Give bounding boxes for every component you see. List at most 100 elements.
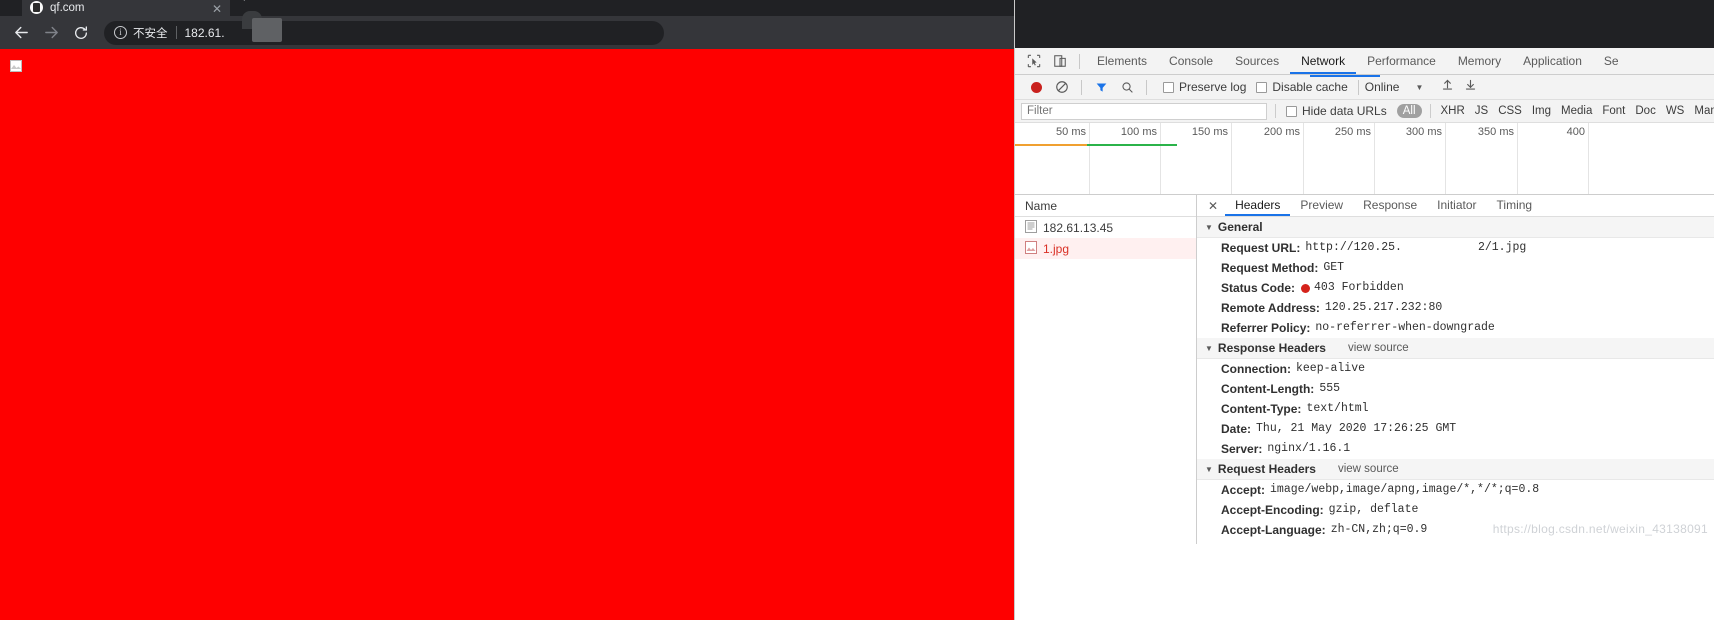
- netbar-divider-2: [1146, 79, 1147, 95]
- security-status-label: 不安全: [133, 27, 168, 40]
- tab-preview[interactable]: Preview: [1290, 195, 1353, 216]
- filter-type-doc[interactable]: Doc: [1635, 105, 1655, 117]
- filter-input[interactable]: [1021, 102, 1267, 120]
- tab-headers[interactable]: Headers: [1225, 195, 1290, 216]
- header-key: Content-Length:: [1221, 382, 1315, 396]
- section-header[interactable]: ▼ Response Headers view source: [1197, 338, 1714, 359]
- tab-response[interactable]: Response: [1353, 195, 1427, 216]
- close-icon[interactable]: ✕: [1201, 199, 1225, 213]
- header-row: Date: Thu, 21 May 2020 17:26:25 GMT: [1197, 419, 1714, 439]
- url-redaction: [252, 17, 282, 42]
- header-row: Content-Type: text/html: [1197, 399, 1714, 419]
- header-key: Connection:: [1221, 362, 1291, 376]
- devtools-panel: Elements Console Sources Network Perform…: [1014, 0, 1714, 620]
- tab-performance[interactable]: Performance: [1356, 48, 1447, 74]
- filter-type-css[interactable]: CSS: [1498, 105, 1522, 117]
- filter-type-ws[interactable]: WS: [1666, 105, 1685, 117]
- table-row[interactable]: 1.jpg: [1015, 238, 1196, 259]
- address-bar[interactable]: i 不安全 182.61.: [104, 10, 664, 45]
- tab-timing[interactable]: Timing: [1487, 195, 1543, 216]
- header-value: GET: [1323, 261, 1345, 274]
- tab-console[interactable]: Console: [1158, 48, 1224, 74]
- network-timeline-overview[interactable]: 50 ms 100 ms 150 ms 200 ms 250 ms 300 ms…: [1015, 123, 1714, 195]
- disable-cache-checkbox[interactable]: Disable cache: [1256, 80, 1348, 94]
- filter-type-font[interactable]: Font: [1602, 105, 1625, 117]
- tab-security[interactable]: Se: [1593, 48, 1630, 74]
- page-favicon: [30, 1, 43, 14]
- header-row: Referrer Policy: no-referrer-when-downgr…: [1197, 318, 1714, 338]
- header-value: 555: [1319, 382, 1341, 395]
- header-key: Accept-Encoding:: [1221, 503, 1324, 517]
- request-list: Name 182.61.13.45 1.jpg: [1015, 195, 1197, 544]
- timeline-tick: 50 ms: [1056, 126, 1086, 138]
- page-viewport: [0, 49, 1014, 620]
- tab-application[interactable]: Application: [1512, 48, 1593, 74]
- triangle-down-icon: ▼: [1205, 343, 1213, 353]
- filter-type-all[interactable]: All: [1396, 104, 1422, 118]
- section-title: Request Headers: [1217, 461, 1316, 476]
- header-value: Thu, 21 May 2020 17:26:25 GMT: [1256, 422, 1457, 435]
- section-header[interactable]: ▼ Request Headers view source: [1197, 459, 1714, 480]
- chevron-down-icon[interactable]: ▼: [1415, 83, 1423, 92]
- tab-elements[interactable]: Elements: [1086, 48, 1158, 74]
- search-icon[interactable]: [1114, 75, 1140, 99]
- section-title: Response Headers: [1217, 340, 1326, 355]
- browser-tab[interactable]: qf.com ✕: [22, 0, 230, 16]
- table-row[interactable]: 182.61.13.45: [1015, 217, 1196, 238]
- timeline-tick: 100 ms: [1120, 126, 1157, 138]
- filter-type-js[interactable]: JS: [1475, 105, 1488, 117]
- inspect-element-icon[interactable]: [1021, 49, 1047, 73]
- preserve-log-checkbox[interactable]: Preserve log: [1163, 80, 1246, 94]
- view-source-link[interactable]: view source: [1348, 338, 1409, 359]
- hide-data-urls-label: Hide data URLs: [1302, 104, 1387, 118]
- checkbox-box: [1286, 105, 1297, 117]
- export-har-icon[interactable]: [1464, 78, 1477, 96]
- triangle-down-icon: ▼: [1205, 464, 1213, 474]
- checkbox-box: [1256, 81, 1268, 93]
- info-icon[interactable]: i: [114, 26, 127, 39]
- filter-type-xhr[interactable]: XHR: [1441, 105, 1465, 117]
- device-toolbar-icon[interactable]: [1047, 49, 1073, 73]
- header-key: Referrer Policy:: [1221, 321, 1311, 335]
- throttling-select[interactable]: Online: [1365, 80, 1400, 94]
- filter-type-img[interactable]: Img: [1532, 105, 1551, 117]
- tab-strip: qf.com ✕ +: [0, 0, 1014, 16]
- filter-type-media[interactable]: Media: [1561, 105, 1592, 117]
- header-key: Date:: [1221, 422, 1252, 436]
- tab-sources[interactable]: Sources: [1224, 48, 1290, 74]
- tab-network[interactable]: Network: [1290, 48, 1356, 74]
- header-value: text/html: [1306, 402, 1369, 415]
- header-row: Accept-Encoding: gzip, deflate: [1197, 500, 1714, 520]
- timeline-tick: 250 ms: [1334, 126, 1371, 138]
- header-key: Request Method:: [1221, 261, 1319, 275]
- header-value: keep-alive: [1296, 362, 1366, 375]
- import-har-icon[interactable]: [1441, 78, 1454, 96]
- section-title: General: [1217, 219, 1263, 234]
- netbar-divider-1: [1081, 79, 1082, 95]
- view-source-link[interactable]: view source: [1338, 459, 1399, 480]
- request-name: 1.jpg: [1043, 241, 1070, 256]
- checkbox-box: [1163, 81, 1174, 93]
- header-key: Request URL:: [1221, 241, 1301, 255]
- broken-image-icon: [10, 60, 22, 72]
- network-filter-bar: Hide data URLs All XHR JS CSS Img Media …: [1015, 100, 1714, 123]
- record-button[interactable]: [1023, 75, 1049, 99]
- header-key: Remote Address:: [1221, 301, 1320, 315]
- reload-icon[interactable]: [66, 18, 96, 48]
- hide-data-urls-checkbox[interactable]: Hide data URLs: [1286, 104, 1387, 118]
- clear-icon[interactable]: [1049, 75, 1075, 99]
- back-arrow-icon[interactable]: [6, 18, 36, 48]
- forward-arrow-icon[interactable]: [36, 18, 66, 48]
- new-tab-button[interactable]: +: [240, 0, 249, 5]
- tab-initiator[interactable]: Initiator: [1427, 195, 1486, 216]
- filter-icon[interactable]: [1088, 75, 1114, 99]
- request-name: 182.61.13.45: [1043, 220, 1114, 235]
- column-header-name[interactable]: Name: [1015, 195, 1196, 217]
- header-value: 403 Forbidden: [1314, 281, 1404, 294]
- close-icon[interactable]: ✕: [212, 3, 222, 15]
- network-content: Name 182.61.13.45 1.jpg ✕ Headers Previe…: [1015, 195, 1714, 544]
- header-row: Accept: image/webp,image/apng,image/*,*/…: [1197, 480, 1714, 500]
- filter-type-manifest[interactable]: Manife: [1694, 105, 1714, 117]
- tab-memory[interactable]: Memory: [1447, 48, 1512, 74]
- section-header[interactable]: ▼ General: [1197, 217, 1714, 238]
